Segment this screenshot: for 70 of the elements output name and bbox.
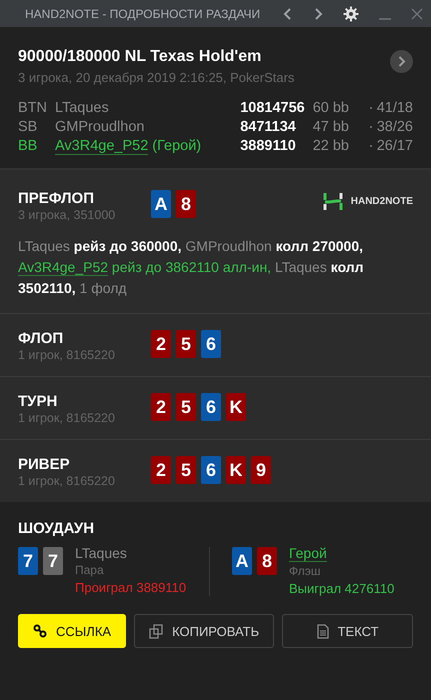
copy-button[interactable]: КОПИРОВАТЬ xyxy=(134,614,274,648)
playing-card: 6 xyxy=(201,456,221,484)
next-button[interactable] xyxy=(390,50,413,73)
copy-icon xyxy=(149,624,164,638)
link-button[interactable]: ССЫЛКА xyxy=(18,614,126,648)
separator-dot xyxy=(370,107,372,109)
window-title: HAND2NOTE - ПОДРОБНОСТИ РАЗДАЧИ xyxy=(25,6,262,20)
playing-card: 5 xyxy=(176,330,196,358)
hand-combo: Пара xyxy=(75,563,104,577)
bb-value: 60 bb xyxy=(312,100,350,116)
street-name: РИВЕР xyxy=(18,456,71,473)
player-name: LTaques xyxy=(75,545,127,561)
section-title: ШОУДАУН xyxy=(18,520,96,537)
street-info: 1 игрок, 8165220 xyxy=(18,411,116,425)
player-link[interactable]: Герой xyxy=(289,545,327,562)
link-icon xyxy=(33,624,47,638)
player-name: LTaques xyxy=(55,100,110,116)
playing-card: K xyxy=(226,393,246,421)
separator-dot xyxy=(370,145,372,147)
playing-card: 6 xyxy=(201,393,221,421)
position-label: SB xyxy=(18,119,38,135)
hero-label: (Герой) xyxy=(152,138,202,154)
player-stats: 38/26 xyxy=(376,119,413,135)
text-button[interactable]: ТЕКСТ xyxy=(282,614,413,648)
playing-card: 2 xyxy=(151,393,171,421)
playing-card: 8 xyxy=(176,190,196,218)
game-title: 90000/180000 NL Texas Hold'em xyxy=(18,48,262,66)
close-icon[interactable] xyxy=(411,8,423,20)
playing-card: 7 xyxy=(43,547,63,575)
playing-card: 2 xyxy=(151,456,171,484)
playing-card: 6 xyxy=(201,330,221,358)
street-info: 3 игрока, 351000 xyxy=(18,208,116,222)
playing-card: 5 xyxy=(176,393,196,421)
bb-value: 47 bb xyxy=(312,119,350,135)
result-text: Проиграл 3889110 xyxy=(75,580,186,595)
player-stats: 26/17 xyxy=(376,138,413,154)
player-stats: 41/18 xyxy=(376,100,413,116)
position-label: BTN xyxy=(18,100,48,116)
street-name: ПРЕФЛОП xyxy=(18,190,95,207)
playing-card: A xyxy=(232,547,252,575)
player-link[interactable]: Av3R4ge_P52 xyxy=(55,138,148,155)
logo-text: HAND2NOTE xyxy=(350,196,413,207)
hand-combo: Флэш xyxy=(289,564,320,578)
playing-card: K xyxy=(226,456,246,484)
bb-value: 22 bb xyxy=(312,138,350,154)
playing-card: A xyxy=(151,190,171,218)
forward-icon[interactable] xyxy=(313,6,323,20)
playing-card: 5 xyxy=(176,456,196,484)
playing-card: 9 xyxy=(251,456,271,484)
hand-info: 3 игрока, 20 декабря 2019 2:16:25, PokerStars xyxy=(18,70,294,85)
playing-card: 7 xyxy=(18,547,38,575)
player-name: GMProudlhon xyxy=(55,119,146,135)
street-name: ТУРН xyxy=(18,393,58,410)
playing-card: 8 xyxy=(257,547,277,575)
playing-card: 2 xyxy=(151,330,171,358)
player-link[interactable]: Av3R4ge_P52 xyxy=(18,259,108,276)
stack-value: 10814756 xyxy=(240,100,306,116)
street-info: 1 игрок, 8165220 xyxy=(18,348,116,362)
result-text: Выиграл 4276110 xyxy=(289,581,394,596)
back-icon[interactable] xyxy=(283,6,293,20)
street-info: 1 игрок, 8165220 xyxy=(18,474,116,488)
action-log: LTaques рейз до 360000, GMProudlhon колл 270000, Av3R4ge_P52 рейз до 3862110 алл-ин, LTaques колл 3502110, 1 фолд xyxy=(18,237,365,298)
separator-dot xyxy=(370,126,372,128)
position-label: BB xyxy=(18,138,38,154)
stack-value: 3889110 xyxy=(240,138,297,154)
settings-icon[interactable] xyxy=(343,6,359,22)
street-name: ФЛОП xyxy=(18,330,64,347)
stack-value: 8471134 xyxy=(240,119,297,135)
document-icon xyxy=(316,624,329,638)
logo-icon xyxy=(322,192,343,211)
